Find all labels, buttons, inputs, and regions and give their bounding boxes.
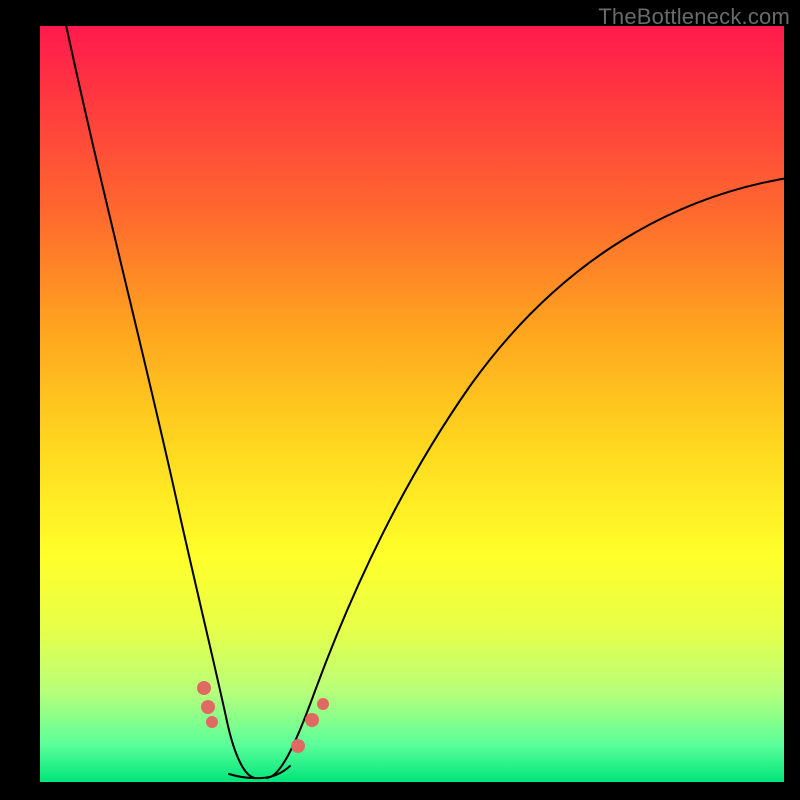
gradient-plot-area bbox=[40, 26, 784, 782]
chart-frame: TheBottleneck.com bbox=[0, 0, 800, 800]
curve-left-branch bbox=[62, 6, 256, 778]
marker-dot bbox=[291, 739, 305, 753]
marker-dot bbox=[201, 700, 215, 714]
marker-dot bbox=[197, 681, 211, 695]
marker-dot bbox=[305, 713, 319, 727]
watermark-text: TheBottleneck.com bbox=[598, 4, 790, 30]
marker-dot bbox=[206, 716, 218, 728]
curve-right-branch bbox=[266, 176, 800, 778]
bottleneck-curve bbox=[40, 26, 784, 782]
marker-dot bbox=[317, 698, 329, 710]
